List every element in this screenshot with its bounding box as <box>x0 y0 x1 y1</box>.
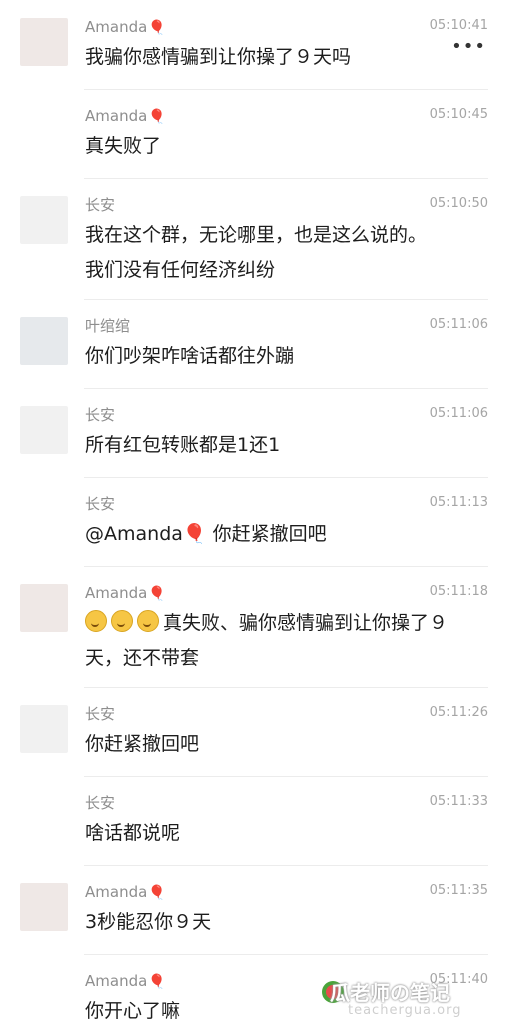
message-timestamp: 05:11:33 <box>429 794 488 809</box>
watermark-url: teachergua.org <box>348 1003 462 1018</box>
smile-emoji-icon <box>137 610 159 632</box>
sender-name[interactable]: 长安 <box>85 794 115 812</box>
message-text-line: 3秒能忍你９天 <box>85 911 212 933</box>
message-text-line: 啥话都说呢 <box>85 822 181 844</box>
message-timestamp: 05:11:35 <box>429 883 488 898</box>
message-divider <box>84 776 488 777</box>
message-timestamp: 05:11:18 <box>429 584 488 599</box>
smile-emoji-icon <box>85 610 107 632</box>
message-text: 所有红包转账都是1还1 <box>85 428 490 463</box>
watermark: 瓜老师の笔记 teachergua.org <box>300 975 500 1019</box>
sender-name[interactable]: 长安 <box>85 196 115 214</box>
message-text: 我骗你感情骗到让你操了９天吗 <box>85 40 490 75</box>
message-timestamp: 05:11:06 <box>429 317 488 332</box>
message-text-line: 你赶紧撤回吧 <box>85 733 200 755</box>
message-text: 你们吵架咋啥话都往外蹦 <box>85 339 490 374</box>
message-text-line: 你开心了嘛 <box>85 1000 181 1022</box>
sender-name[interactable]: 长安 <box>85 495 115 513</box>
message-text: 啥话都说呢 <box>85 816 490 851</box>
message-text-line: 真失败、骗你感情骗到让你操了９ <box>163 612 449 634</box>
message-divider <box>84 178 488 179</box>
message-divider <box>84 954 488 955</box>
message-divider <box>84 865 488 866</box>
message-text: 真失败了 <box>85 129 490 164</box>
sender-name[interactable]: Amanda🎈 <box>85 107 166 126</box>
message-timestamp: 05:10:50 <box>429 196 488 211</box>
message-divider <box>84 687 488 688</box>
message-text-line: 我骗你感情骗到让你操了９天吗 <box>85 46 352 68</box>
balloon-icon: 🎈 <box>148 586 166 602</box>
message-text-line: 天，还不带套 <box>85 647 200 669</box>
message-text: @Amanda🎈 你赶紧撤回吧 <box>85 517 490 552</box>
avatar[interactable] <box>20 196 68 244</box>
message-divider <box>84 89 488 90</box>
message-timestamp: 05:10:45 <box>429 107 488 122</box>
message-text: 我们没有任何经济纠纷 <box>85 253 490 288</box>
sender-name[interactable]: 长安 <box>85 705 115 723</box>
message-text-line: 我在这个群，无论哪里，也是这么说的。 <box>85 224 428 246</box>
message-text-line: 所有红包转账都是1还1 <box>85 434 281 456</box>
avatar[interactable] <box>20 18 68 66</box>
message-text: 天，还不带套 <box>85 641 490 676</box>
avatar[interactable] <box>20 705 68 753</box>
message-timestamp: 05:10:41 <box>429 18 488 33</box>
watermark-title: 瓜老师の笔记 <box>330 981 450 1005</box>
balloon-icon: 🎈 <box>148 109 166 125</box>
avatar[interactable] <box>20 584 68 632</box>
smile-emoji-icon <box>111 610 133 632</box>
sender-name[interactable]: Amanda🎈 <box>85 18 166 37</box>
message-text: 我在这个群，无论哪里，也是这么说的。 <box>85 218 490 253</box>
balloon-icon: 🎈 <box>148 885 166 901</box>
balloon-icon: 🎈 <box>148 20 166 36</box>
avatar[interactable] <box>20 406 68 454</box>
message-text: 3秒能忍你９天 <box>85 905 490 940</box>
sender-name[interactable]: 叶绾绾 <box>85 317 130 335</box>
message-text: 你赶紧撤回吧 <box>85 727 490 762</box>
sender-name[interactable]: 长安 <box>85 406 115 424</box>
message-text-line: @Amanda🎈 你赶紧撤回吧 <box>85 523 327 545</box>
sender-name[interactable]: Amanda🎈 <box>85 972 166 991</box>
sender-name[interactable]: Amanda🎈 <box>85 883 166 902</box>
message-text-line: 你们吵架咋啥话都往外蹦 <box>85 345 295 367</box>
message-text: 真失败、骗你感情骗到让你操了９ <box>85 606 490 641</box>
avatar[interactable] <box>20 317 68 365</box>
message-timestamp: 05:11:13 <box>429 495 488 510</box>
message-timestamp: 05:11:06 <box>429 406 488 421</box>
message-timestamp: 05:11:26 <box>429 705 488 720</box>
message-divider <box>84 566 488 567</box>
sender-name[interactable]: Amanda🎈 <box>85 584 166 603</box>
message-divider <box>84 477 488 478</box>
message-divider <box>84 388 488 389</box>
message-text-line: 我们没有任何经济纠纷 <box>85 259 276 281</box>
avatar[interactable] <box>20 883 68 931</box>
balloon-icon: 🎈 <box>148 974 166 990</box>
message-divider <box>84 299 488 300</box>
message-text-line: 真失败了 <box>85 135 162 157</box>
